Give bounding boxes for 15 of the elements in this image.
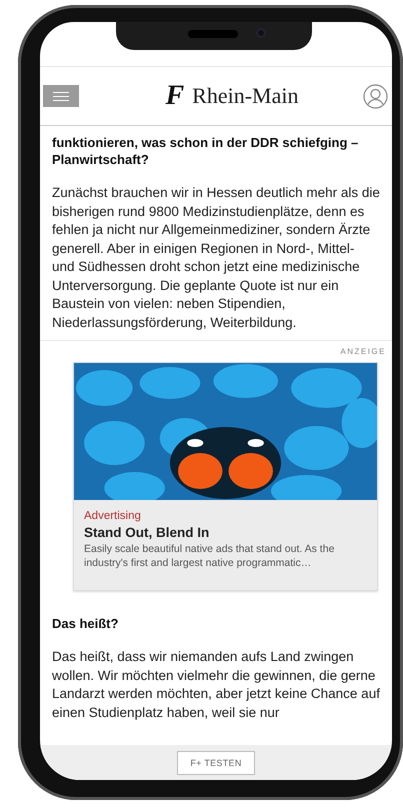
- section-heading: funktionieren, was schon in der DDR schiefging – Planwirtschaft?: [52, 134, 360, 168]
- ad-description: Easily scale beautiful native ads that stand out. As the industry's first and largest native programmatic…: [84, 542, 336, 570]
- subscribe-trial-button[interactable]: F+ TESTEN: [177, 750, 255, 774]
- ad-title[interactable]: Stand Out, Blend In: [84, 525, 367, 540]
- site-title[interactable]: Rhein-Main: [192, 83, 298, 109]
- notch-icon: [116, 22, 312, 50]
- user-icon[interactable]: [362, 84, 388, 108]
- ad-category: Advertising: [84, 510, 142, 522]
- section-heading: Das heißt?: [52, 615, 120, 632]
- article-paragraph: Zunächst brauchen wir in Hessen deutlich mehr als die bisherigen rund 9800 Medizinstudienplätze, denn es fehlen ja nicht nur Allgemeinmediziner, sondern Ärzte generell. Aber in einigen Regionen in Nord-, Mittel- und Südhessen droht schon jetzt eine medizinische Unterversorgung. Die geplante Quote ist nur ein Baustein von vielen: neben Stipendien, Niederlassungsförderung, Weiterbildung.: [52, 184, 380, 332]
- logo-letter[interactable]: F: [165, 80, 184, 112]
- article-paragraph: Das heißt, dass wir niemanden aufs Land zwingen wollen. Wir möchten vielmehr die gewinnen, die gerne Landarzt werden möchten, aber jetzt keine Chance auf einen Studienplatz haben, weil sie nur: [52, 648, 380, 722]
- menu-button[interactable]: [43, 85, 79, 107]
- ad-label: ANZEIGE: [340, 347, 386, 356]
- ad-card[interactable]: Advertising Stand Out, Blend In Easily scale beautiful native ads that stand out. As the industry's first and largest native programmatic…: [73, 362, 378, 591]
